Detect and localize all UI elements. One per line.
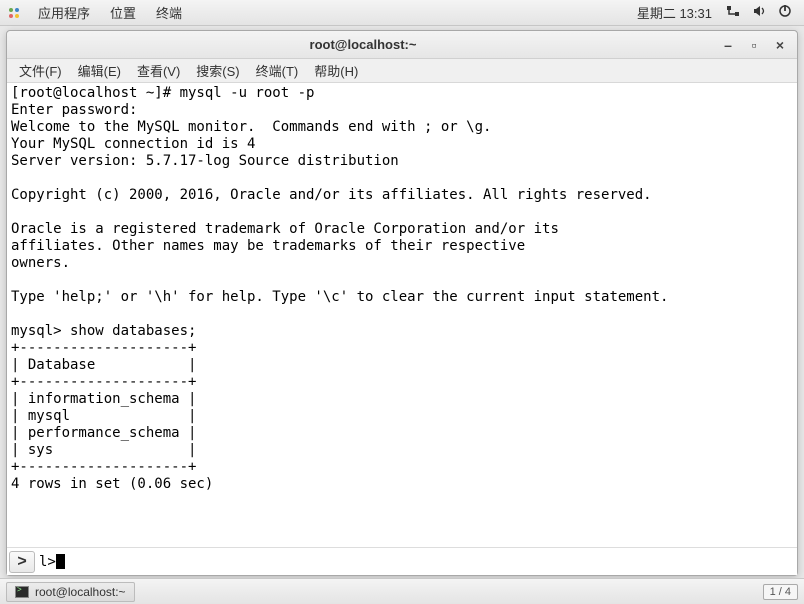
- terminal-line: Oracle is a registered trademark of Orac…: [11, 221, 793, 238]
- menu-terminal[interactable]: 终端(T): [248, 61, 307, 80]
- terminal-line: Type 'help;' or '\h' for help. Type '\c'…: [11, 289, 793, 306]
- bottom-panel: root@localhost:~ 1 / 4: [0, 578, 804, 604]
- terminal-line: [11, 272, 793, 289]
- terminal-window: root@localhost:~ – ▫ × 文件(F) 编辑(E) 查看(V)…: [6, 30, 798, 576]
- terminal-line: +--------------------+: [11, 374, 793, 391]
- terminal-line: Server version: 5.7.17-log Source distri…: [11, 153, 793, 170]
- terminal-line: Welcome to the MySQL monitor. Commands e…: [11, 119, 793, 136]
- terminal-line: | sys |: [11, 442, 793, 459]
- terminal-line: | information_schema |: [11, 391, 793, 408]
- terminal-output[interactable]: [root@localhost ~]# mysql -u root -pEnte…: [7, 83, 797, 547]
- taskbar-item-terminal[interactable]: root@localhost:~: [6, 582, 135, 602]
- distro-logo-icon: [6, 5, 22, 21]
- menu-view[interactable]: 查看(V): [129, 61, 188, 80]
- panel-menu-terminal[interactable]: 终端: [146, 3, 192, 22]
- panel-clock[interactable]: 星期二 13:31: [629, 3, 720, 22]
- terminal-line: | Database |: [11, 357, 793, 374]
- terminal-line: [11, 170, 793, 187]
- terminal-line: [11, 493, 793, 510]
- terminal-prompt-row: > l>: [7, 547, 797, 575]
- power-icon[interactable]: [772, 4, 798, 21]
- menu-help[interactable]: 帮助(H): [306, 61, 366, 80]
- terminal-line: owners.: [11, 255, 793, 272]
- maximize-button[interactable]: ▫: [745, 36, 763, 54]
- top-panel: 应用程序 位置 终端 星期二 13:31: [0, 0, 804, 26]
- menubar: 文件(F) 编辑(E) 查看(V) 搜索(S) 终端(T) 帮助(H): [7, 59, 797, 83]
- terminal-line: +--------------------+: [11, 459, 793, 476]
- taskbar-item-label: root@localhost:~: [35, 585, 126, 599]
- terminal-line: 4 rows in set (0.06 sec): [11, 476, 793, 493]
- terminal-icon: [15, 586, 29, 598]
- chevron-right-icon[interactable]: >: [9, 551, 35, 573]
- volume-icon[interactable]: [746, 4, 772, 21]
- terminal-line: [11, 204, 793, 221]
- workspace-switcher[interactable]: 1 / 4: [763, 584, 798, 600]
- panel-menu-places[interactable]: 位置: [100, 3, 146, 22]
- panel-menu-applications[interactable]: 应用程序: [28, 3, 100, 22]
- window-title: root@localhost:~: [15, 37, 711, 52]
- terminal-line: [root@localhost ~]# mysql -u root -p: [11, 85, 793, 102]
- close-button[interactable]: ×: [771, 36, 789, 54]
- minimize-button[interactable]: –: [719, 36, 737, 54]
- terminal-prompt-tail[interactable]: l>: [39, 554, 65, 570]
- titlebar: root@localhost:~ – ▫ ×: [7, 31, 797, 59]
- terminal-line: Your MySQL connection id is 4: [11, 136, 793, 153]
- menu-edit[interactable]: 编辑(E): [70, 61, 129, 80]
- terminal-line: | performance_schema |: [11, 425, 793, 442]
- menu-file[interactable]: 文件(F): [11, 61, 70, 80]
- terminal-line: +--------------------+: [11, 340, 793, 357]
- terminal-line: Copyright (c) 2000, 2016, Oracle and/or …: [11, 187, 793, 204]
- terminal-line: [11, 306, 793, 323]
- terminal-line: affiliates. Other names may be trademark…: [11, 238, 793, 255]
- terminal-line: Enter password:: [11, 102, 793, 119]
- cursor-icon: [56, 554, 65, 569]
- terminal-line: mysql> show databases;: [11, 323, 793, 340]
- network-icon[interactable]: [720, 4, 746, 21]
- menu-search[interactable]: 搜索(S): [188, 61, 247, 80]
- terminal-line: | mysql |: [11, 408, 793, 425]
